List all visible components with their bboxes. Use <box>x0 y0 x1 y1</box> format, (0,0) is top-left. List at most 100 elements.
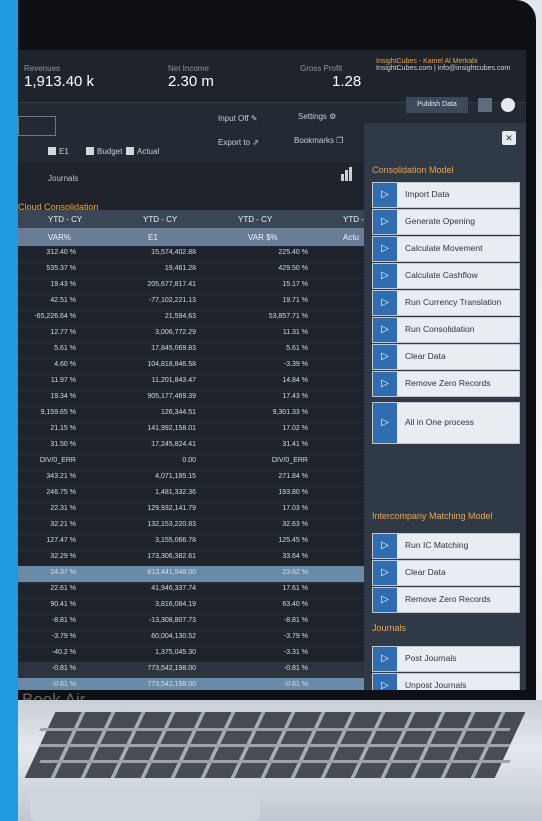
table-row[interactable]: -3.79 % 60,004,130.52 -3.79 % <box>18 630 378 647</box>
close-icon[interactable] <box>500 98 515 112</box>
table-row[interactable]: 22.61 % 41,946,337.74 17.61 % <box>18 582 378 599</box>
table-row[interactable]: 343.21 % 4,071,185.15 271.84 % <box>18 470 378 487</box>
table-row[interactable]: 22.31 % 129,932,141.79 17.03 % <box>18 502 378 519</box>
table-row[interactable]: 24.37 % 813,441,948.00 23.62 % <box>18 566 378 583</box>
table-row[interactable]: -40.2 % 1,375,045.30 -3.31 % <box>18 646 378 663</box>
bookmarks-button[interactable]: Bookmarks ❐ <box>294 136 343 145</box>
table-cell: -3.39 % <box>283 361 308 368</box>
filter-label: Actual <box>137 147 160 156</box>
play-icon: ▷ <box>373 674 397 690</box>
table-row[interactable]: 19.43 % 205,677,817.41 15.17 % <box>18 278 378 295</box>
button-label: Unpost Journals <box>405 680 467 690</box>
calculate-movement-button[interactable]: ▷ Calculate Movement <box>372 236 520 262</box>
table-cell: 22.31 % <box>50 505 76 512</box>
header-cell: YTD - CY <box>48 215 83 224</box>
table-row[interactable]: 42.51 % -77,102,221.13 19.71 % <box>18 294 378 311</box>
search-input[interactable] <box>18 116 56 136</box>
table-cell: 11,201,843.47 <box>151 377 196 384</box>
table-row[interactable]: 32.29 % 173,306,382.61 33.64 % <box>18 550 378 567</box>
table-row[interactable]: 32.21 % 132,153,220.83 32.63 % <box>18 518 378 535</box>
table-row[interactable]: 312.40 % 15,574,402.88 225.40 % <box>18 246 378 263</box>
table-cell: -8.81 % <box>51 617 76 624</box>
table-cell: 42.51 % <box>50 297 76 304</box>
table-cell: 22.61 % <box>50 585 76 592</box>
table-row[interactable]: 246.75 % 1,481,332.36 193.80 % <box>18 486 378 503</box>
table-row[interactable]: 9,159.65 % 126,344.51 9,301.33 % <box>18 406 378 423</box>
clear-data-button[interactable]: ▷ Clear Data <box>372 560 520 586</box>
kpi-label: Gross Profit <box>300 64 343 73</box>
key-row-divider <box>39 728 511 731</box>
calculate-cashflow-button[interactable]: ▷ Calculate Cashflow <box>372 263 520 289</box>
run-consolidation-button[interactable]: ▷ Run Consolidation <box>372 317 520 343</box>
panel-close-icon[interactable]: ✕ <box>502 131 516 145</box>
input-off-button[interactable]: Input Off ✎ <box>218 114 257 123</box>
side-panel: ✕ Consolidation Model ▷ Import Data ▷ Gener… <box>364 123 526 690</box>
button-label: Run Currency Translation <box>405 297 502 307</box>
table-row[interactable]: 12.77 % 3,006,772.29 11.31 % <box>18 326 378 343</box>
kpi-net-income: Net Income 2.30 m <box>168 64 214 90</box>
table-row[interactable]: 19.34 % 905,177,469.39 17.43 % <box>18 390 378 407</box>
publish-data-button[interactable]: Publish Data <box>406 97 468 113</box>
filter-budget[interactable]: Budget <box>86 147 122 156</box>
unpost-journals-button[interactable]: ▷ Unpost Journals <box>372 673 520 690</box>
run-ic-matching-button[interactable]: ▷ Run IC Matching <box>372 533 520 559</box>
table-cell: 1,375,045.30 <box>155 649 196 656</box>
table-cell: 5.61 % <box>286 345 308 352</box>
table-row[interactable]: 5.61 % 17,845,069.83 5.61 % <box>18 342 378 359</box>
table-cell: 14.84 % <box>282 377 308 384</box>
table-cell: 17.02 % <box>282 425 308 432</box>
table-row[interactable]: 535.37 % 19,461.28 429.50 % <box>18 262 378 279</box>
table-row[interactable]: 90.41 % 3,816,084.19 63.40 % <box>18 598 378 615</box>
post-journals-button[interactable]: ▷ Post Journals <box>372 646 520 672</box>
import-data-button[interactable]: ▷ Import Data <box>372 182 520 208</box>
kpi-value: 1.28 <box>332 73 362 90</box>
table-row[interactable]: 127.47 % 3,155,066.78 125.45 % <box>18 534 378 551</box>
table-cell: 32.29 % <box>50 553 76 560</box>
app-screen: Revenues 1,913.40 k Net Income 2.30 m Gr… <box>18 50 526 690</box>
table-cell: 21.15 % <box>50 425 76 432</box>
bookmark-panel-icon[interactable] <box>478 98 492 112</box>
table-row[interactable]: -65,226.64 % 21,594.63 53,857.71 % <box>18 310 378 327</box>
play-icon: ▷ <box>373 561 397 585</box>
header-cell: YTD - CY <box>238 215 273 224</box>
generate-opening-button[interactable]: ▷ Generate Opening <box>372 209 520 235</box>
table-row[interactable]: 31.50 % 17,245,824.41 31.41 % <box>18 438 378 455</box>
table-cell: 21,594.63 <box>164 313 196 320</box>
all-in-one-process-button[interactable]: ▷ All in One process <box>372 402 520 444</box>
filter-e1[interactable]: E1 <box>48 147 69 156</box>
table-cell: 312.40 % <box>46 249 76 256</box>
filter-actual[interactable]: Actual <box>126 147 159 156</box>
table-cell: 41,946,337.74 <box>151 585 196 592</box>
play-icon: ▷ <box>373 345 397 369</box>
trackpad <box>30 786 260 821</box>
user-info: InsightCubes - Kamel Al Merkabi InsightC… <box>376 58 510 72</box>
table-row[interactable]: -0.81 % 773,542,198.00 -0.81 % <box>18 662 378 679</box>
header-cell: E1 <box>148 233 158 242</box>
table-cell: 11.31 % <box>282 329 308 336</box>
table-row[interactable]: DIV/0_ERR 0.00 DIV/0_ERR <box>18 454 378 471</box>
table-row[interactable]: 21.15 % 141,992,158.01 17.02 % <box>18 422 378 439</box>
table-row[interactable]: 11.97 % 11,201,843.47 14.84 % <box>18 374 378 391</box>
journals-title: Journals <box>372 623 407 633</box>
chart-icon[interactable] <box>340 166 354 182</box>
table-cell: 19.43 % <box>50 281 76 288</box>
table-cell: 4,071,185.15 <box>155 473 196 480</box>
button-label: Remove Zero Records <box>405 594 491 604</box>
table-cell: 9,159.65 % <box>40 409 76 416</box>
tab-journals[interactable]: Journals <box>48 174 78 183</box>
clear-data-button[interactable]: ▷ Clear Data <box>372 344 520 370</box>
run-currency-translation-button[interactable]: ▷ Run Currency Translation <box>372 290 520 316</box>
table-cell: 773,542,198.00 <box>147 681 196 688</box>
table-row[interactable]: 4.60 % 104,818,846.58 -3.39 % <box>18 358 378 375</box>
export-button[interactable]: Export to ⇗ <box>218 138 259 147</box>
bookmark-icon: ❐ <box>336 136 344 145</box>
settings-button[interactable]: Settings ⚙ <box>298 112 336 121</box>
input-off-label: Input Off <box>218 114 249 123</box>
remove-zero-records-button[interactable]: ▷ Remove Zero Records <box>372 587 520 613</box>
table-row[interactable]: -0.81 % 773,542,198.00 -0.81 % <box>18 678 378 690</box>
table-row[interactable]: -8.81 % -13,308,807.73 -8.81 % <box>18 614 378 631</box>
button-label: Calculate Movement <box>405 243 483 253</box>
table-cell: 9,301.33 % <box>272 409 308 416</box>
remove-zero-records-button[interactable]: ▷ Remove Zero Records <box>372 371 520 397</box>
table-cell: 17.03 % <box>282 505 308 512</box>
